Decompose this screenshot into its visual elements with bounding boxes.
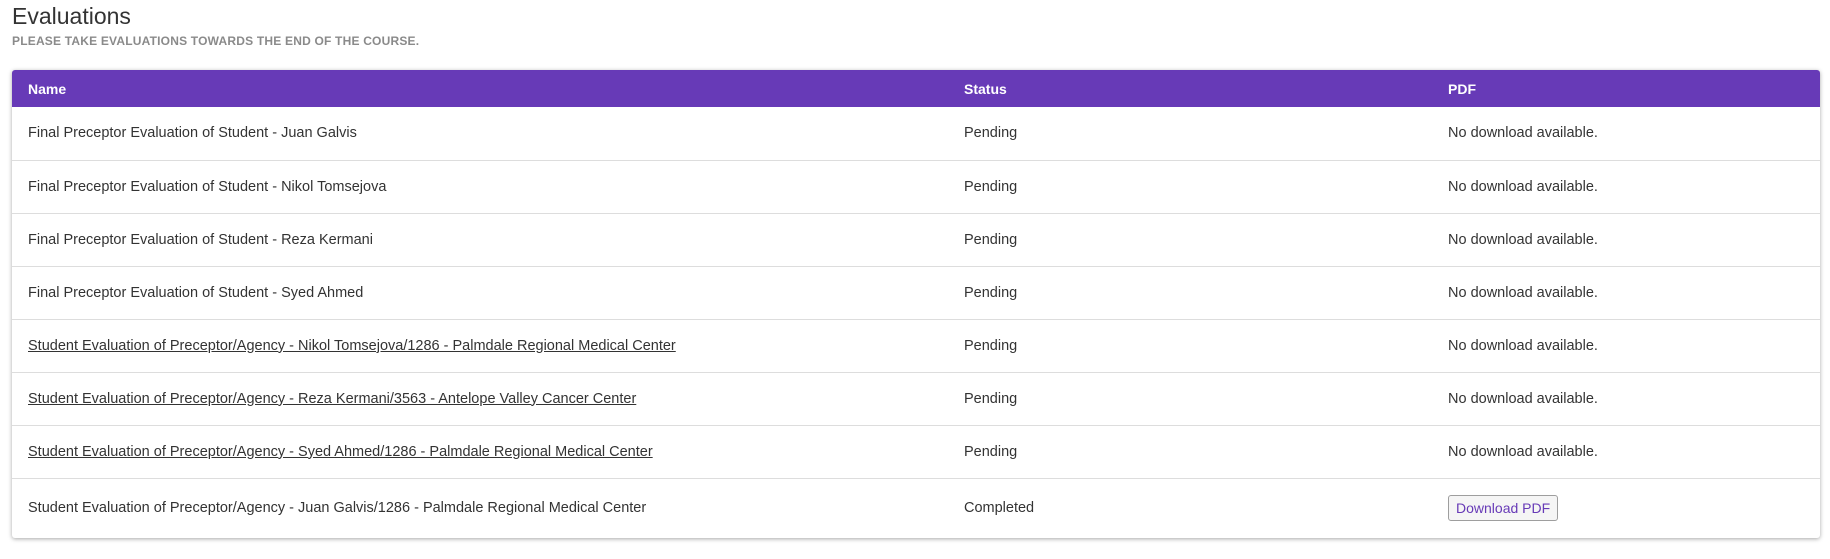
status-text: Pending [964,178,1018,195]
no-download-text: No download available. [1448,284,1598,301]
table-body: Final Preceptor Evaluation of Student - … [12,107,1820,538]
evaluation-name: Final Preceptor Evaluation of Student - … [28,284,364,301]
evaluation-name: Final Preceptor Evaluation of Student - … [28,178,387,195]
cell-pdf: No download available. [1432,318,1820,372]
table-row: Final Preceptor Evaluation of Student - … [12,212,1820,266]
cell-name: Student Evaluation of Preceptor/Agency -… [12,477,948,538]
no-download-text: No download available. [1448,443,1598,460]
table-row: Student Evaluation of Preceptor/Agency -… [12,371,1820,425]
cell-status: Pending [948,265,1432,319]
cell-name: Final Preceptor Evaluation of Student - … [12,265,948,319]
column-header-pdf: PDF [1448,80,1476,97]
cell-pdf: No download available. [1432,371,1820,425]
cell-name: Student Evaluation of Preceptor/Agency -… [12,371,948,425]
evaluation-name: Final Preceptor Evaluation of Student - … [28,231,373,248]
evaluation-link[interactable]: Student Evaluation of Preceptor/Agency -… [28,391,636,407]
cell-pdf: No download available. [1432,424,1820,478]
evaluation-link[interactable]: Student Evaluation of Preceptor/Agency -… [28,444,653,460]
table-row: Student Evaluation of Preceptor/Agency -… [12,424,1820,478]
cell-status: Pending [948,159,1432,213]
page-title: Evaluations [12,3,131,29]
cell-status: Pending [948,107,1432,160]
cell-status: Completed [948,477,1432,538]
table-row: Final Preceptor Evaluation of Student - … [12,107,1820,160]
table-row: Student Evaluation of Preceptor/Agency -… [12,477,1820,538]
table-row: Student Evaluation of Preceptor/Agency -… [12,318,1820,372]
evaluations-page: Evaluations PLEASE TAKE EVALUATIONS TOWA… [0,0,1830,559]
cell-pdf: Download PDF [1432,477,1820,538]
evaluations-table: Name Status PDF Final Preceptor Evaluati… [12,70,1820,538]
page-subtitle: PLEASE TAKE EVALUATIONS TOWARDS THE END … [12,34,420,48]
cell-name: Final Preceptor Evaluation of Student - … [12,107,948,160]
cell-pdf: No download available. [1432,107,1820,160]
evaluation-name: Student Evaluation of Preceptor/Agency -… [28,500,647,517]
cell-pdf: No download available. [1432,265,1820,319]
table-header: Name Status PDF [12,70,1820,107]
cell-pdf: No download available. [1432,212,1820,266]
column-header-status: Status [964,80,1007,97]
status-text: Pending [964,231,1018,248]
no-download-text: No download available. [1448,390,1598,407]
no-download-text: No download available. [1448,231,1598,248]
download-pdf-button[interactable]: Download PDF [1448,495,1559,522]
table-row: Final Preceptor Evaluation of Student - … [12,265,1820,319]
evaluation-link[interactable]: Student Evaluation of Preceptor/Agency -… [28,338,676,354]
evaluations-table-card: Name Status PDF Final Preceptor Evaluati… [12,70,1820,538]
status-text: Pending [964,284,1018,301]
cell-status: Pending [948,424,1432,478]
column-header-name: Name [28,80,67,97]
evaluation-name: Final Preceptor Evaluation of Student - … [28,125,357,142]
cell-status: Pending [948,318,1432,372]
status-text: Pending [964,390,1018,407]
status-text: Pending [964,443,1018,460]
no-download-text: No download available. [1448,125,1598,142]
status-text: Completed [964,500,1035,517]
no-download-text: No download available. [1448,178,1598,195]
status-text: Pending [964,125,1018,142]
table-row: Final Preceptor Evaluation of Student - … [12,159,1820,213]
cell-status: Pending [948,212,1432,266]
cell-name: Final Preceptor Evaluation of Student - … [12,212,948,266]
cell-name: Student Evaluation of Preceptor/Agency -… [12,424,948,478]
table-header-row: Name Status PDF [12,70,1820,107]
no-download-text: No download available. [1448,337,1598,354]
cell-status: Pending [948,371,1432,425]
cell-name: Final Preceptor Evaluation of Student - … [12,159,948,213]
status-text: Pending [964,337,1018,354]
cell-name: Student Evaluation of Preceptor/Agency -… [12,318,948,372]
cell-pdf: No download available. [1432,159,1820,213]
